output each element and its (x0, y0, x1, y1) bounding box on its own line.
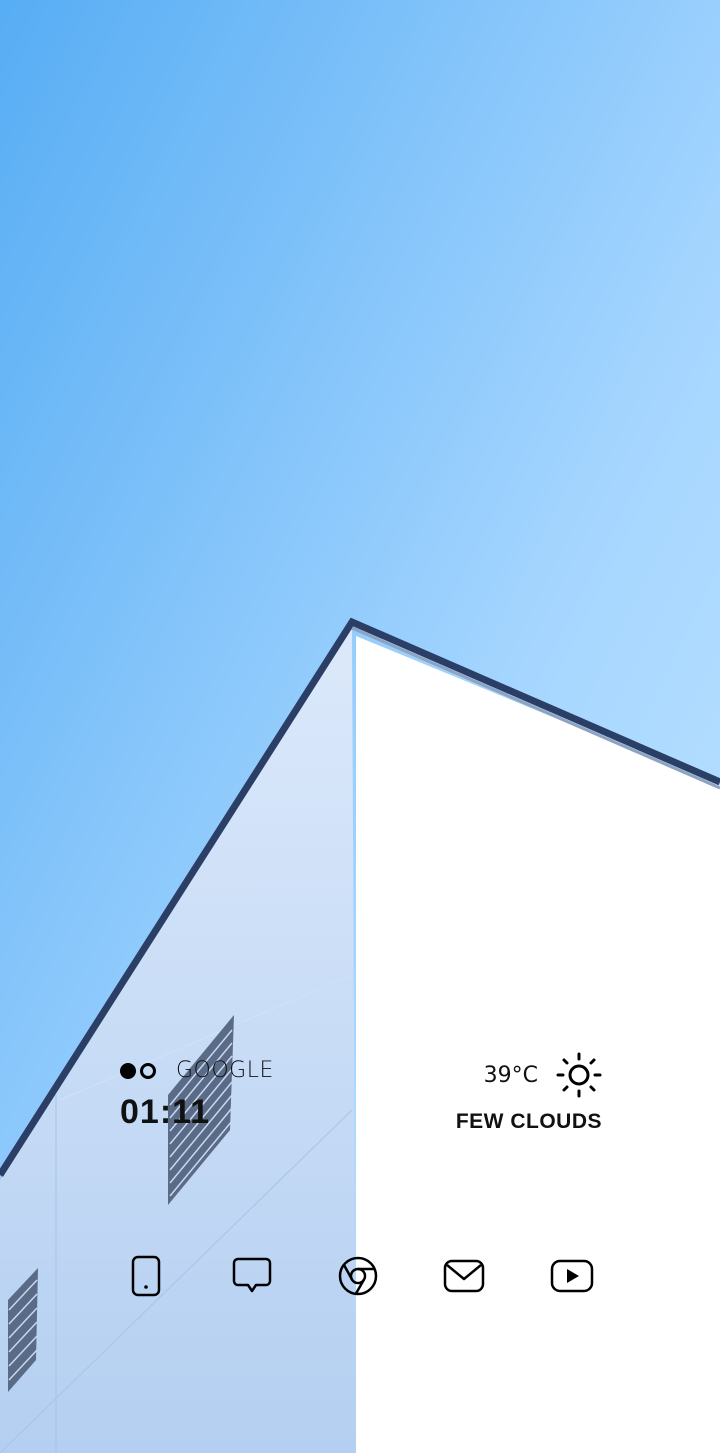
youtube-icon (550, 1259, 594, 1293)
wallpaper (0, 0, 720, 1453)
sun-icon (556, 1052, 602, 1098)
temperature: 39°C (483, 1062, 538, 1088)
message-icon (232, 1257, 272, 1293)
weather-condition: FEW CLOUDS (455, 1110, 602, 1133)
phone-app-button[interactable] (120, 1250, 172, 1302)
chrome-app-button[interactable] (332, 1250, 384, 1302)
youtube-app-button[interactable] (546, 1250, 598, 1302)
weather-widget[interactable]: 39°C FEW CLOUDS (456, 1052, 602, 1134)
account-dot-outline-icon (140, 1062, 156, 1079)
phone-icon (131, 1255, 161, 1297)
app-dock (0, 1244, 720, 1304)
clock-widget[interactable]: GOOGLE 01:11 (120, 1058, 274, 1132)
email-app-button[interactable] (438, 1250, 490, 1302)
account-label: GOOGLE (176, 1058, 274, 1083)
account-dot-filled-icon (120, 1062, 136, 1079)
messages-app-button[interactable] (226, 1250, 278, 1302)
chrome-icon (338, 1256, 378, 1296)
mail-icon (443, 1259, 485, 1293)
clock-time[interactable]: 01:11 (120, 1093, 274, 1132)
